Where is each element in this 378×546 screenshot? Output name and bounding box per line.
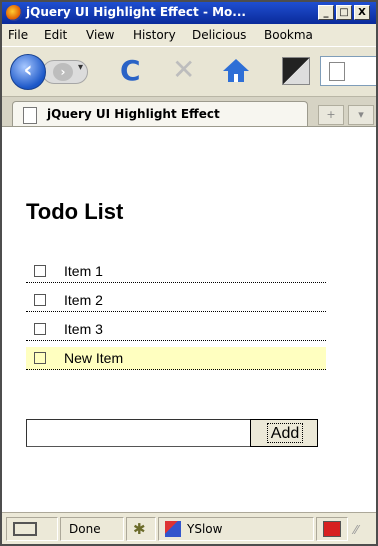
todo-label: New Item xyxy=(64,350,124,366)
resize-grip-icon[interactable]: ⁄⁄ xyxy=(354,523,374,543)
new-item-input[interactable] xyxy=(26,419,262,447)
page-icon xyxy=(23,107,37,124)
status-bar: Done ✱ YSlow ⁄⁄ xyxy=(2,512,376,544)
history-dropdown-icon[interactable]: ▾ xyxy=(78,62,83,73)
yslow-label: YSlow xyxy=(187,522,223,536)
navigation-toolbar: › ▾ ‹ C ✕ xyxy=(2,46,376,97)
todo-label: Item 1 xyxy=(64,263,103,279)
status-panel-keyboard xyxy=(6,517,58,541)
page-icon xyxy=(329,62,345,81)
firefox-icon xyxy=(6,5,22,21)
stop-icon[interactable]: ✕ xyxy=(172,56,195,84)
todo-checkbox[interactable] xyxy=(34,352,46,364)
home-icon[interactable] xyxy=(223,59,249,83)
status-panel-firebug[interactable]: ✱ xyxy=(126,517,156,541)
list-item: Item 1 xyxy=(26,260,326,283)
add-button-label: Add xyxy=(267,423,303,443)
menu-bar: File Edit View History Delicious Bookma xyxy=(2,24,376,46)
tab-label: jQuery UI Highlight Effect xyxy=(47,107,220,121)
tab-bar: jQuery UI Highlight Effect + ▾ xyxy=(2,96,376,127)
minimize-button[interactable]: _ xyxy=(318,5,334,20)
keyboard-icon xyxy=(13,522,37,536)
todo-label: Item 2 xyxy=(64,292,103,308)
list-item-highlighted: New Item xyxy=(26,347,326,370)
menu-file[interactable]: File xyxy=(8,28,28,42)
page-title: Todo List xyxy=(26,199,124,224)
browser-window: jQuery UI Highlight Effect - Mo... _ □ X… xyxy=(0,0,378,546)
reload-icon[interactable]: C xyxy=(120,57,141,85)
todo-checkbox[interactable] xyxy=(34,265,46,277)
back-button[interactable]: ‹ xyxy=(10,54,46,90)
page-content: Todo List Item 1 Item 2 Item 3 New Item … xyxy=(2,126,376,513)
list-item: Item 3 xyxy=(26,318,326,341)
extension-icon xyxy=(323,521,341,537)
status-panel-yslow[interactable]: YSlow xyxy=(158,517,314,541)
status-panel-text: Done xyxy=(60,517,124,541)
tab-list-button[interactable]: ▾ xyxy=(348,105,374,125)
status-panel-extension[interactable] xyxy=(316,517,348,541)
todo-label: Item 3 xyxy=(64,321,103,337)
firebug-icon: ✱ xyxy=(133,520,146,538)
menu-edit[interactable]: Edit xyxy=(44,28,67,42)
status-text: Done xyxy=(69,522,101,536)
url-bar[interactable] xyxy=(320,56,376,86)
yslow-icon xyxy=(165,521,181,537)
tab-jquery-ui-highlight[interactable]: jQuery UI Highlight Effect xyxy=(12,101,308,127)
window-title: jQuery UI Highlight Effect - Mo... xyxy=(26,5,246,19)
add-button[interactable]: Add xyxy=(250,419,318,447)
close-button[interactable]: X xyxy=(354,5,370,20)
menu-bookmarks[interactable]: Bookma xyxy=(264,28,313,42)
list-item: Item 2 xyxy=(26,289,326,312)
maximize-button[interactable]: □ xyxy=(336,5,352,20)
forward-button[interactable]: › ▾ xyxy=(42,60,88,84)
menu-view[interactable]: View xyxy=(86,28,114,42)
menu-history[interactable]: History xyxy=(133,28,176,42)
title-bar: jQuery UI Highlight Effect - Mo... _ □ X xyxy=(2,2,376,24)
todo-checkbox[interactable] xyxy=(34,294,46,306)
back-icon: ‹ xyxy=(23,58,33,83)
menu-delicious[interactable]: Delicious xyxy=(192,28,246,42)
bookmark-icon[interactable] xyxy=(282,57,310,85)
forward-icon: › xyxy=(53,63,73,81)
new-tab-button[interactable]: + xyxy=(318,105,344,125)
todo-checkbox[interactable] xyxy=(34,323,46,335)
